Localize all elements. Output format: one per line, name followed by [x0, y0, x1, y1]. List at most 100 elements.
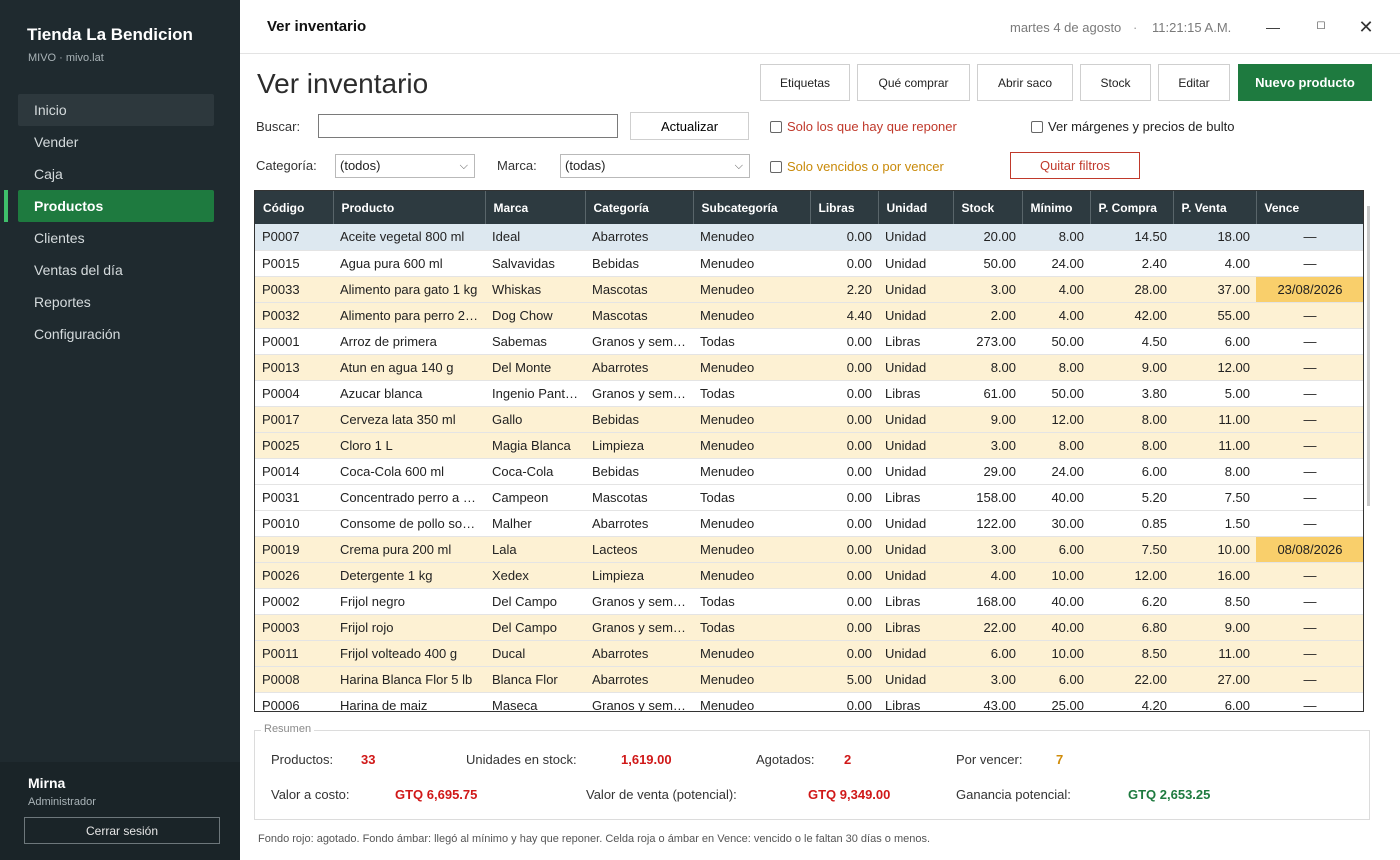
- title-bar: Ver inventario martes 4 de agosto · 11:2…: [240, 0, 1400, 54]
- editar-button[interactable]: Editar: [1158, 64, 1230, 101]
- cell-libras: 5.00: [810, 666, 878, 693]
- column-header-subcategoria[interactable]: Subcategoría: [693, 191, 811, 224]
- column-header-libras[interactable]: Libras: [810, 191, 879, 224]
- table-row[interactable]: P0031 Concentrado perro a granel Campeon Ma…: [255, 484, 1363, 511]
- cell-p-compra: 0.85: [1090, 510, 1173, 537]
- cell-minimo: 24.00: [1022, 458, 1090, 485]
- column-header-minimo[interactable]: Mínimo: [1022, 191, 1091, 224]
- cell-minimo: 10.00: [1022, 562, 1090, 589]
- quitar-filtros-button[interactable]: Quitar filtros: [1010, 152, 1140, 179]
- column-header-codigo[interactable]: Código: [255, 191, 334, 224]
- sidebar-item-productos[interactable]: Productos: [18, 190, 214, 222]
- table-row[interactable]: P0025 Cloro 1 L Magia Blanca Limpieza Menude…: [255, 432, 1363, 459]
- cell-stock: 43.00: [953, 692, 1022, 711]
- cell-p-compra: 22.00: [1090, 666, 1173, 693]
- table-row[interactable]: P0026 Detergente 1 kg Xedex Limpieza Menudeo…: [255, 562, 1363, 589]
- column-header-vence[interactable]: Vence: [1256, 191, 1363, 224]
- cell-categoria: Abarrotes: [585, 224, 693, 251]
- table-row[interactable]: P0004Azucar blancaIngenio PantaleonGrano…: [255, 380, 1363, 407]
- table-row[interactable]: P0032 Alimento para perro 2 kg Dog Chow Mas…: [255, 302, 1363, 329]
- column-header-producto[interactable]: Producto: [333, 191, 486, 224]
- cell-libras: 0.00: [810, 354, 878, 381]
- sidebar-item-vender[interactable]: Vender: [18, 126, 214, 158]
- minimize-icon[interactable]: —: [1259, 14, 1287, 40]
- column-header-p-venta[interactable]: P. Venta: [1173, 191, 1257, 224]
- cell-unidad: Unidad: [878, 640, 953, 667]
- cell-categoria: Granos y semillas: [585, 328, 693, 355]
- table-row[interactable]: P0003 Frijol rojo Del Campo Granos y semill…: [255, 614, 1363, 641]
- close-icon[interactable]: ✕: [1352, 14, 1380, 40]
- vencidos-checkbox[interactable]: Solo vencidos o por vencer: [770, 159, 944, 174]
- table-row[interactable]: P0011 Frijol volteado 400 g Ducal Abarrotes…: [255, 640, 1363, 667]
- margenes-checkbox[interactable]: Ver márgenes y precios de bulto: [1031, 119, 1234, 134]
- abrir-saco-button[interactable]: Abrir saco: [977, 64, 1073, 101]
- categoria-label: Categoría:: [256, 158, 317, 173]
- cell-libras: 0.00: [810, 588, 878, 615]
- cell-libras: 2.20: [810, 276, 878, 303]
- cell-stock: 3.00: [953, 276, 1022, 303]
- table-row[interactable]: P0002 Frijol negro Del Campo Granos y semil…: [255, 588, 1363, 615]
- column-header-stock[interactable]: Stock: [953, 191, 1023, 224]
- sidebar-item-inicio[interactable]: Inicio: [18, 94, 214, 126]
- sidebar-item-ventas-del-dia[interactable]: Ventas del día: [18, 254, 214, 286]
- cell-codigo: P0026: [255, 562, 333, 589]
- cell-stock: 4.00: [953, 562, 1022, 589]
- cell-marca: Whiskas: [485, 276, 585, 303]
- table-row[interactable]: P0015 Agua pura 600 ml Salvavidas Bebidas Me…: [255, 250, 1363, 277]
- maximize-icon[interactable]: ☐: [1307, 14, 1335, 40]
- sidebar-item-caja[interactable]: Caja: [18, 158, 214, 190]
- cell-marca: Dog Chow: [485, 302, 585, 329]
- cell-codigo: P0019: [255, 536, 333, 563]
- table-row[interactable]: P0007 Aceite vegetal 800 ml Ideal Abarrotes…: [255, 224, 1363, 251]
- current-date: martes 4 de agosto: [1010, 20, 1122, 35]
- column-header-p-compra[interactable]: P. Compra: [1090, 191, 1174, 224]
- table-row[interactable]: P0017 Cerveza lata 350 ml Gallo Bebidas Menu…: [255, 406, 1363, 433]
- etiquetas-button[interactable]: Etiquetas: [760, 64, 850, 101]
- categoria-select[interactable]: (todos) ⌵: [335, 154, 475, 178]
- table-scrollbar[interactable]: [1367, 206, 1370, 506]
- logout-button[interactable]: Cerrar sesión: [24, 817, 220, 844]
- marca-select[interactable]: (todas) ⌵: [560, 154, 750, 178]
- cell-marca: Xedex: [485, 562, 585, 589]
- cell-codigo: P0006: [255, 692, 333, 711]
- table-row[interactable]: P0010 Consome de pollo sobre Malher Abarrot…: [255, 510, 1363, 537]
- sidebar-item-configuracion[interactable]: Configuración: [18, 318, 214, 350]
- cell-p-venta: 37.00: [1173, 276, 1256, 303]
- search-input[interactable]: [318, 114, 618, 138]
- column-header-categoria[interactable]: Categoría: [585, 191, 694, 224]
- cell-categoria: Limpieza: [585, 562, 693, 589]
- table-row[interactable]: P0001 Arroz de primera Sabemas Granos y sem…: [255, 328, 1363, 355]
- cell-subcategoria: Menudeo: [693, 536, 810, 563]
- refresh-button[interactable]: Actualizar: [630, 112, 749, 140]
- reponer-checkbox[interactable]: Solo los que hay que reponer: [770, 119, 957, 134]
- table-row[interactable]: P0019 Crema pura 200 ml Lala Lacteos Menudeo…: [255, 536, 1363, 563]
- cell-p-venta: 9.00: [1173, 614, 1256, 641]
- table-row[interactable]: P0014 Coca-Cola 600 ml Coca-Cola Bebidas Men…: [255, 458, 1363, 485]
- cell-p-compra: 12.00: [1090, 562, 1173, 589]
- column-header-unidad[interactable]: Unidad: [878, 191, 954, 224]
- nuevo-producto-button[interactable]: Nuevo producto: [1238, 64, 1372, 101]
- cell-stock: 6.00: [953, 640, 1022, 667]
- column-header-marca[interactable]: Marca: [485, 191, 586, 224]
- por-vencer-value: 7: [1056, 752, 1064, 767]
- cell-categoria: Abarrotes: [585, 666, 693, 693]
- sidebar-item-reportes[interactable]: Reportes: [18, 286, 214, 318]
- cell-categoria: Granos y semillas: [585, 380, 693, 407]
- valor-venta-value: GTQ 9,349.00: [808, 787, 891, 802]
- cell-minimo: 10.00: [1022, 640, 1090, 667]
- cell-marca: Sabemas: [485, 328, 585, 355]
- cell-codigo: P0001: [255, 328, 333, 355]
- que-comprar-button[interactable]: Qué comprar: [857, 64, 970, 101]
- cell-minimo: 30.00: [1022, 510, 1090, 537]
- table-row[interactable]: P0008 Harina Blanca Flor 5 lb Blanca Flor A…: [255, 666, 1363, 693]
- cell-p-compra: 4.20: [1090, 692, 1173, 711]
- sidebar-item-clientes[interactable]: Clientes: [18, 222, 214, 254]
- table-row[interactable]: P0013 Atun en agua 140 g Del Monte Abarrote…: [255, 354, 1363, 381]
- cell-p-venta: 27.00: [1173, 666, 1256, 693]
- main-area: Ver inventario martes 4 de agosto · 11:2…: [240, 0, 1400, 860]
- table-row[interactable]: P0033 Alimento para gato 1 kg Whiskas Masco…: [255, 276, 1363, 303]
- stock-button[interactable]: Stock: [1080, 64, 1151, 101]
- marca-label: Marca:: [497, 158, 537, 173]
- chevron-down-icon: ⌵: [459, 160, 468, 172]
- table-row[interactable]: P0006 Harina de maiz Maseca Granos y semill…: [255, 692, 1363, 711]
